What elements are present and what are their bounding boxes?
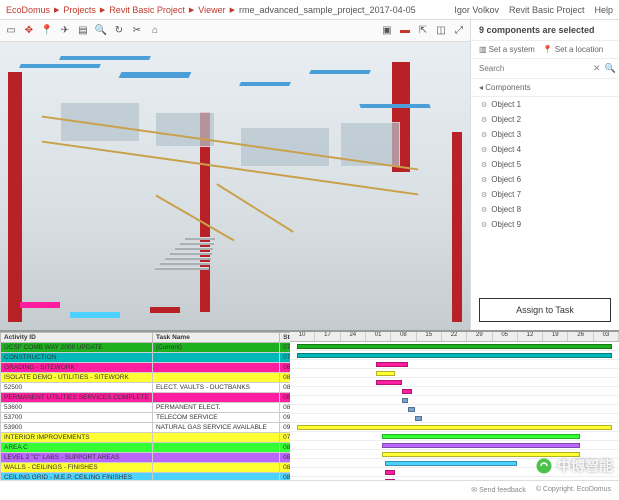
component-item[interactable]: Object 1 — [471, 97, 619, 112]
search-input[interactable] — [477, 62, 591, 75]
timeline-tick: 15 — [417, 332, 442, 341]
gantt-row[interactable]: CONSTRUCTION07.13.0912.09.09107 — [1, 353, 291, 363]
timeline-tick: 26 — [568, 332, 593, 341]
component-item[interactable]: Object 6 — [471, 172, 619, 187]
gantt-row[interactable]: UCSF COMB WAY 2008 UPDATE(Current)07.13.… — [1, 343, 291, 353]
search-icon[interactable]: 🔍 — [603, 63, 618, 74]
user-link[interactable]: Igor Volkov — [454, 5, 499, 15]
gantt-row[interactable]: LEVEL 2 "C" LABS - SUPPORT AREAS08.20.09… — [1, 453, 291, 463]
gantt-row[interactable]: 53600PERMANENT ELECT.08.31.0908.31.091 — [1, 403, 291, 413]
timeline-tick: 17 — [315, 332, 340, 341]
viewer-panel: ▭ ✥ 📍 ✈ ▤ 🔍 ↻ ✂ ⌂ ▣ ▬ ⇱ ◫ ⤢ — [0, 20, 471, 330]
component-item[interactable]: Object 5 — [471, 157, 619, 172]
sidebar-header: 9 components are selected — [471, 20, 619, 41]
gantt-col-header[interactable]: Task Name — [152, 333, 279, 343]
gantt-row[interactable]: 53700TELECOM SERVICE09.01.0909.01.091RE — [1, 413, 291, 423]
gantt-row[interactable]: WALLS - CEILINGS - FINISHES08.20.0900.15… — [1, 463, 291, 473]
tool-plane-icon[interactable]: ✈ — [58, 24, 72, 38]
timeline-tick: 08 — [391, 332, 416, 341]
component-item[interactable]: Object 2 — [471, 112, 619, 127]
footer: ✉ Send feedback © Copyright. EcoDomus — [0, 480, 619, 498]
viewer-canvas[interactable] — [0, 42, 470, 330]
gantt-row[interactable]: AREA C08.20.0900.15.09179 — [1, 443, 291, 453]
tool-pin-icon[interactable]: 📍 — [40, 24, 54, 38]
timeline-tick: 19 — [543, 332, 568, 341]
feedback-link[interactable]: ✉ Send feedback — [471, 486, 526, 494]
tool-zoom-icon[interactable]: 🔍 — [94, 24, 108, 38]
tool-cut-icon[interactable]: ✂ — [130, 24, 144, 38]
gantt-panel: Activity IDTask NameStartFinishDurationL… — [0, 330, 619, 480]
gantt-row[interactable]: GRADING - SITEWORK08.17.0908.31.0910T — [1, 363, 291, 373]
sidebar: 9 components are selected ▥ Set a system… — [471, 20, 619, 330]
gantt-row[interactable]: PERMANENT UTILITIES SERVICES COMPLETE08.… — [1, 393, 291, 403]
components-section[interactable]: ◂ Components — [471, 79, 619, 97]
tool-home-icon[interactable]: ⌂ — [148, 24, 162, 38]
gantt-row[interactable]: INTERIOR IMPROVEMENTS07.13.0912.09.09107 — [1, 433, 291, 443]
tool-chart-icon[interactable]: ◫ — [434, 24, 448, 38]
crumb-current: rme_advanced_sample_project_2017-04-05 — [239, 5, 416, 15]
gantt-col-header[interactable]: Activity ID — [1, 333, 153, 343]
timeline-tick: 24 — [341, 332, 366, 341]
clear-icon[interactable]: ✕ — [591, 63, 603, 74]
copyright: © Copyright. EcoDomus — [536, 486, 611, 493]
set-location-action[interactable]: 📍 Set a location — [543, 45, 603, 54]
component-item[interactable]: Object 4 — [471, 142, 619, 157]
timeline-tick: 03 — [594, 332, 619, 341]
timeline-tick: 22 — [442, 332, 467, 341]
user-nav: Igor Volkov Revit Basic Project Help — [454, 5, 613, 15]
tool-arrow-icon[interactable]: ✥ — [22, 24, 36, 38]
gantt-col-header[interactable]: Start — [280, 333, 290, 343]
tool-export-icon[interactable]: ⇱ — [416, 24, 430, 38]
gantt-row[interactable]: CEILING GRID - M.E.P. CEILING FINISHES08… — [1, 473, 291, 481]
timeline-tick: 01 — [366, 332, 391, 341]
crumb-root[interactable]: EcoDomus — [6, 5, 50, 15]
component-item[interactable]: Object 7 — [471, 187, 619, 202]
gantt-row[interactable]: ISOLATE DEMO - UTILITIES - SITEWORK08.17… — [1, 373, 291, 383]
component-list: Object 1Object 2Object 3Object 4Object 5… — [471, 97, 619, 290]
gantt-row[interactable]: 53900NATURAL GAS SERVICE AVAILABLE09.02.… — [1, 423, 291, 433]
watermark: 中博智能 — [535, 456, 613, 476]
tool-select-icon[interactable]: ▭ — [4, 24, 18, 38]
component-item[interactable]: Object 3 — [471, 127, 619, 142]
tool-refresh-icon[interactable]: ↻ — [112, 24, 126, 38]
component-item[interactable]: Object 9 — [471, 217, 619, 232]
gantt-row[interactable]: 52500ELECT. VAULTS - DUCTBANKS08.17.0908… — [1, 383, 291, 393]
crumb-viewer[interactable]: Viewer — [198, 5, 225, 15]
viewer-toolbar: ▭ ✥ 📍 ✈ ▤ 🔍 ↻ ✂ ⌂ ▣ ▬ ⇱ ◫ ⤢ — [0, 20, 470, 42]
timeline-tick: 05 — [493, 332, 518, 341]
tool-panel-icon[interactable]: ▣ — [380, 24, 394, 38]
component-item[interactable]: Object 8 — [471, 202, 619, 217]
crumb-project[interactable]: Revit Basic Project — [109, 5, 185, 15]
timeline-tick: 12 — [518, 332, 543, 341]
tool-expand-icon[interactable]: ⤢ — [452, 24, 466, 38]
set-system-action[interactable]: ▥ Set a system — [479, 45, 535, 54]
tool-layers-icon[interactable]: ▤ — [76, 24, 90, 38]
crumb-projects[interactable]: Projects — [63, 5, 96, 15]
help-link[interactable]: Help — [594, 5, 613, 15]
project-link[interactable]: Revit Basic Project — [509, 5, 585, 15]
timeline-tick: 10 — [290, 332, 315, 341]
timeline-tick: 29 — [467, 332, 492, 341]
assign-to-task-button[interactable]: Assign to Task — [479, 298, 611, 322]
gantt-table[interactable]: Activity IDTask NameStartFinishDurationL… — [0, 332, 290, 480]
breadcrumb: EcoDomus▶ Projects▶ Revit Basic Project▶… — [6, 5, 416, 15]
tool-mode-icon[interactable]: ▬ — [398, 24, 412, 38]
